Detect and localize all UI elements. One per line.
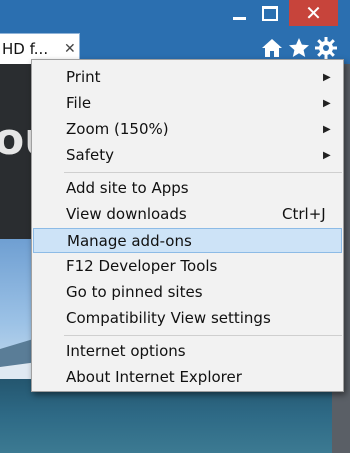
- menu-separator: [64, 172, 342, 173]
- menu-item-view-downloads[interactable]: View downloads Ctrl+J: [33, 202, 342, 227]
- menu-item-safety[interactable]: Safety ▶: [33, 143, 342, 168]
- menu-item-label: Add site to Apps: [66, 179, 189, 197]
- menu-item-compatibility-view-settings[interactable]: Compatibility View settings: [33, 306, 342, 331]
- menu-item-label: Safety: [66, 146, 114, 164]
- submenu-arrow-icon: ▶: [323, 98, 331, 109]
- minimize-icon: [232, 16, 246, 20]
- maximize-icon: [262, 5, 278, 21]
- menu-item-internet-options[interactable]: Internet options: [33, 339, 342, 364]
- minimize-button[interactable]: [226, 0, 252, 26]
- menu-item-add-site-to-apps[interactable]: Add site to Apps: [33, 176, 342, 201]
- menu-item-go-to-pinned-sites[interactable]: Go to pinned sites: [33, 280, 342, 305]
- close-icon: ✕: [305, 1, 322, 25]
- menu-item-label: About Internet Explorer: [66, 368, 242, 386]
- menu-separator: [64, 335, 342, 336]
- menu-item-shortcut: Ctrl+J: [282, 205, 326, 223]
- menu-item-f12-developer-tools[interactable]: F12 Developer Tools: [33, 254, 342, 279]
- menu-item-label: View downloads: [66, 205, 187, 223]
- maximize-button[interactable]: [257, 0, 283, 26]
- menu-item-label: Print: [66, 68, 101, 86]
- menu-item-label: Zoom (150%): [66, 120, 169, 138]
- tools-menu: Print ▶ File ▶ Zoom (150%) ▶ Safety ▶ Ad…: [31, 59, 344, 392]
- submenu-arrow-icon: ▶: [323, 150, 331, 161]
- menu-item-label: File: [66, 94, 92, 112]
- submenu-arrow-icon: ▶: [323, 72, 331, 83]
- close-window-button[interactable]: ✕: [289, 0, 338, 26]
- menu-item-label: Manage add-ons: [67, 232, 192, 250]
- submenu-arrow-icon: ▶: [323, 124, 331, 135]
- star-icon[interactable]: [287, 36, 311, 60]
- menu-item-file[interactable]: File ▶: [33, 91, 342, 116]
- title-bar: ✕: [0, 0, 350, 30]
- gear-icon[interactable]: [314, 36, 338, 60]
- menu-item-print[interactable]: Print ▶: [33, 65, 342, 90]
- menu-item-label: Go to pinned sites: [66, 283, 203, 301]
- home-icon[interactable]: [260, 36, 284, 60]
- menu-item-label: Internet options: [66, 342, 186, 360]
- menu-item-label: Compatibility View settings: [66, 309, 271, 327]
- menu-item-about-internet-explorer[interactable]: About Internet Explorer: [33, 365, 342, 390]
- menu-item-zoom[interactable]: Zoom (150%) ▶: [33, 117, 342, 142]
- menu-item-label: F12 Developer Tools: [66, 257, 218, 275]
- menu-item-manage-add-ons[interactable]: Manage add-ons: [33, 228, 342, 253]
